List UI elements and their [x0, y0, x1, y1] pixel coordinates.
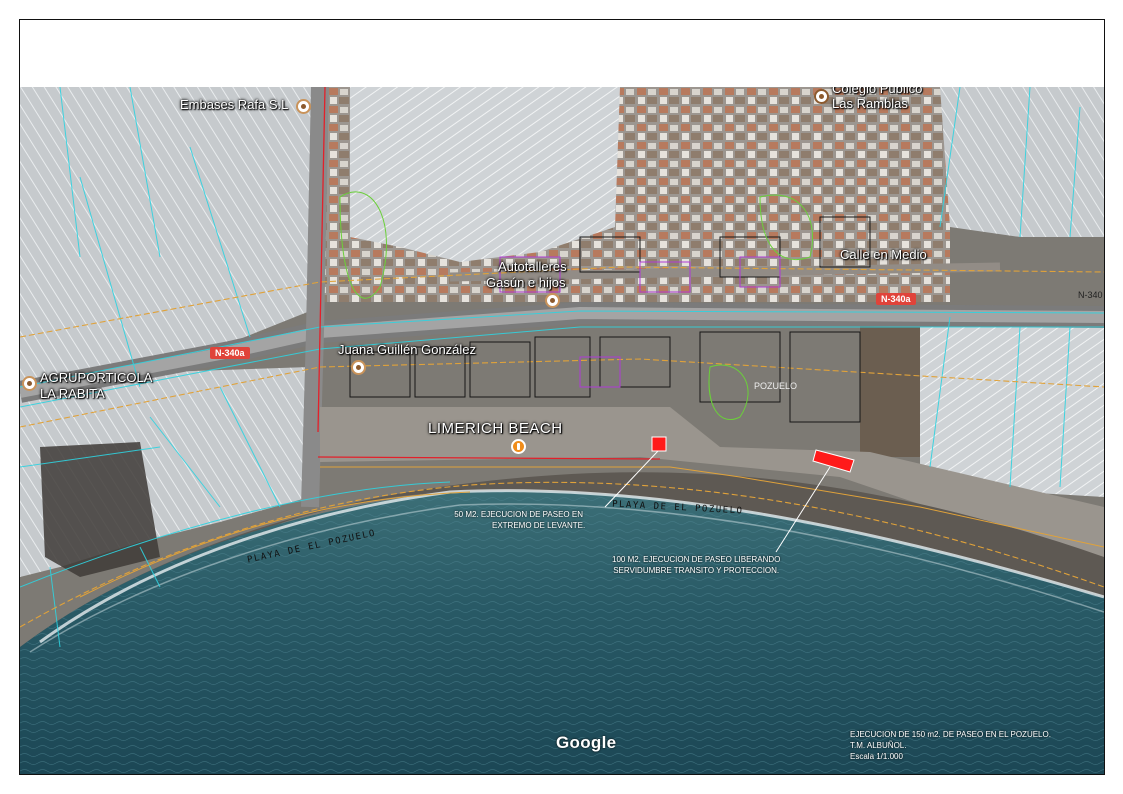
annotation-east: 100 M2. EJECUCION DE PASEO LIBERANDO SER…: [612, 554, 780, 576]
road-shield-n340a-east: N-340a: [876, 293, 916, 305]
label-limerich: LIMERICH BEACH: [428, 420, 563, 437]
aerial-map[interactable]: Embases Rafa S.L Colegio Público Las Ram…: [20, 87, 1104, 774]
annotation-east-line1: 100 M2. EJECUCION DE PASEO LIBERANDO: [612, 555, 781, 564]
caption-line3: Escala 1/1.000: [850, 752, 903, 761]
intervention-area-west[interactable]: [651, 436, 667, 452]
label-agruporticola-line1: AGRUPORTICOLA: [40, 370, 153, 385]
label-pozuelo: POZUELO: [754, 381, 798, 391]
garage-pin-icon[interactable]: [545, 293, 560, 308]
person-pin-icon[interactable]: [351, 360, 366, 375]
drawing-frame: Embases Rafa S.L Colegio Público Las Ram…: [19, 19, 1105, 775]
annotation-west: 50 M2. EJECUCION DE PASEO EN EXTREMO DE …: [452, 509, 585, 531]
label-calle: Calle en Medio: [840, 247, 927, 262]
label-colegio-line1: Colegio Público: [832, 87, 923, 96]
caption-line1: EJECUCION DE 150 m2. DE PASEO EN EL POZU…: [850, 730, 1051, 739]
caption-line2: T.M. ALBUÑOL.: [850, 741, 907, 750]
road-shield-n340a-west: N-340a: [210, 347, 250, 359]
annotation-west-line2: EXTREMO DE LEVANTE.: [492, 521, 586, 530]
label-juana: Juana Guillén González: [338, 342, 477, 357]
school-pin-icon[interactable]: [814, 89, 829, 104]
label-autotalleres-line2: Gasún e hijos: [486, 275, 566, 290]
agri-pin-icon[interactable]: [22, 376, 37, 391]
road-label-n340: N-340: [1078, 290, 1103, 300]
label-embases: Embases Rafa S.L: [180, 97, 289, 112]
label-agruporticola-line2: LA RABITA: [40, 386, 105, 401]
google-attribution: Google: [556, 733, 617, 752]
annotation-west-line1: 50 M2. EJECUCION DE PASEO EN: [454, 510, 583, 519]
label-colegio-line2: Las Ramblas: [832, 96, 908, 111]
label-autotalleres-line1: Autotalleres: [498, 259, 567, 274]
annotation-east-line2: SERVIDUMBRE TRANSITO Y PROTECCION.: [613, 566, 780, 575]
title-block-header: [20, 20, 1104, 88]
title-block-caption: EJECUCION DE 150 m2. DE PASEO EN EL POZU…: [850, 729, 1051, 762]
business-pin-icon[interactable]: [296, 99, 311, 114]
restaurant-pin-icon[interactable]: [511, 439, 526, 454]
